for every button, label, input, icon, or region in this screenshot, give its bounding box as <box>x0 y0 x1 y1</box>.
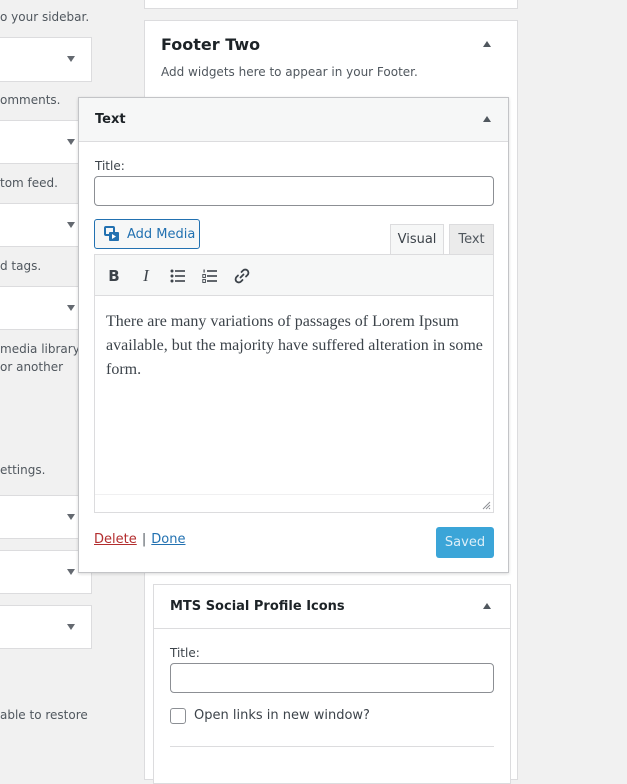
link-icon <box>234 268 250 284</box>
widget-description: able to restore <box>0 708 88 722</box>
chevron-down-icon <box>67 514 75 520</box>
bold-button[interactable]: B <box>101 263 127 289</box>
widget-header[interactable]: Text <box>79 98 508 142</box>
saved-button[interactable]: Saved <box>436 527 494 558</box>
widget-description: or another <box>0 360 64 374</box>
collapse-widget-icon[interactable] <box>483 603 491 609</box>
numbered-list-icon <box>202 269 217 283</box>
widget-description: tom feed. <box>0 176 58 190</box>
available-widget-item[interactable] <box>0 37 92 82</box>
content-editor[interactable]: There are many variations of passages of… <box>94 296 494 513</box>
media-icon <box>104 226 119 241</box>
chevron-down-icon <box>67 305 75 311</box>
widget-description: media library <box>0 342 80 356</box>
editor-toolbar: B I <box>94 254 494 296</box>
new-window-checkbox[interactable] <box>170 708 186 724</box>
available-widget-item[interactable] <box>0 605 92 649</box>
widget-description: d tags. <box>0 259 42 273</box>
widget-description: o your sidebar. <box>0 10 90 24</box>
title-label: Title: <box>95 159 125 173</box>
tab-text[interactable]: Text <box>449 224 494 254</box>
numbered-list-button[interactable] <box>197 263 223 289</box>
divider <box>170 746 494 747</box>
collapse-widget-icon[interactable] <box>483 116 491 122</box>
chevron-down-icon <box>67 624 75 630</box>
insert-link-button[interactable] <box>229 263 255 289</box>
sidebar-title: Footer Two <box>161 35 261 54</box>
title-input[interactable] <box>170 663 494 693</box>
widget-title: MTS Social Profile Icons <box>170 599 345 614</box>
delete-link[interactable]: Delete <box>94 532 137 547</box>
sidebar-description: Add widgets here to appear in your Foote… <box>161 65 418 79</box>
widget-title: Text <box>95 112 126 127</box>
collapse-sidebar-icon[interactable] <box>483 41 491 47</box>
title-input[interactable] <box>94 176 494 206</box>
add-media-label: Add Media <box>127 226 196 242</box>
widget-actions: Delete | Done <box>94 528 186 547</box>
separator: | <box>141 532 147 547</box>
italic-button[interactable]: I <box>133 263 159 289</box>
checkbox-label: Open links in new window? <box>194 708 370 723</box>
bullet-list-icon <box>170 269 185 283</box>
chevron-down-icon <box>67 56 75 62</box>
widget-description: ettings. <box>0 463 46 477</box>
chevron-down-icon <box>67 569 75 575</box>
widget-description: omments. <box>0 93 61 107</box>
widget-header[interactable]: MTS Social Profile Icons <box>154 585 510 629</box>
social-icons-widget: MTS Social Profile Icons Title: Open lin… <box>153 584 511 784</box>
chevron-down-icon <box>67 222 75 228</box>
tab-visual[interactable]: Visual <box>390 224 444 254</box>
bullet-list-button[interactable] <box>165 263 191 289</box>
editor-content[interactable]: There are many variations of passages of… <box>106 310 486 382</box>
resize-handle-icon[interactable] <box>481 500 491 510</box>
editor-statusbar <box>95 494 493 512</box>
previous-sidebar-panel <box>144 0 518 9</box>
done-link[interactable]: Done <box>151 532 185 547</box>
add-media-button[interactable]: Add Media <box>94 219 200 249</box>
text-widget: Text Title: Add Media Visual Text B I Th… <box>78 97 509 573</box>
title-label: Title: <box>170 646 200 660</box>
chevron-down-icon <box>67 139 75 145</box>
